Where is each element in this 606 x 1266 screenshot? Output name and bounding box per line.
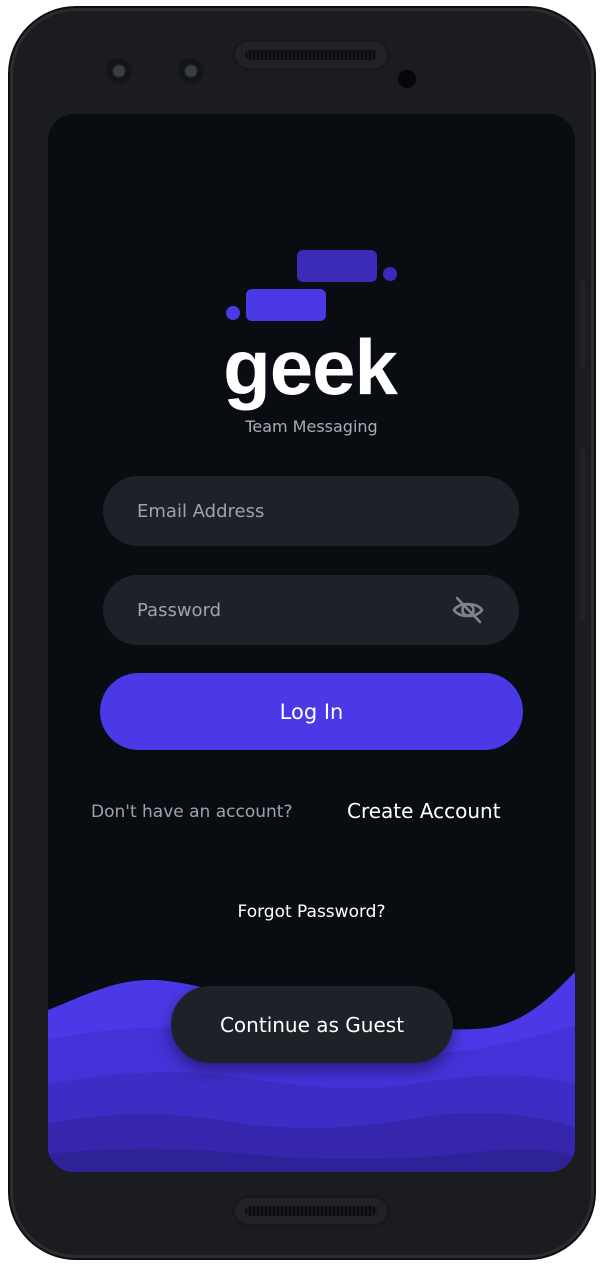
front-camera-secondary-icon xyxy=(178,58,204,84)
continue-as-guest-button[interactable]: Continue as Guest xyxy=(171,986,453,1063)
logo-wordmark: geek xyxy=(223,323,398,411)
logo-dot-left xyxy=(226,306,240,320)
proximity-sensor xyxy=(398,70,416,88)
phone-frame: geek Team Messaging Email Address Passwo… xyxy=(10,8,594,1258)
signup-question: Don't have an account? xyxy=(91,802,293,822)
front-camera-icon xyxy=(106,58,132,84)
phone-power-button xyxy=(580,448,586,620)
logo-bubble-bottom xyxy=(246,289,326,321)
password-field[interactable]: Password xyxy=(103,575,519,645)
earpiece-speaker xyxy=(235,42,387,68)
email-field[interactable]: Email Address xyxy=(103,476,519,546)
logo-dot-right xyxy=(383,267,397,281)
password-placeholder: Password xyxy=(137,599,222,621)
app-tagline: Team Messaging xyxy=(245,417,378,436)
phone-volume-button xyxy=(580,280,586,368)
forgot-password-link[interactable]: Forgot Password? xyxy=(48,902,575,922)
eye-off-icon[interactable] xyxy=(451,593,485,627)
login-screen: geek Team Messaging Email Address Passwo… xyxy=(48,114,575,1172)
logo-bubble-top xyxy=(297,250,377,282)
email-placeholder: Email Address xyxy=(137,500,265,522)
login-button[interactable]: Log In xyxy=(100,673,523,750)
create-account-link[interactable]: Create Account xyxy=(347,799,501,823)
signup-row: Don't have an account? Create Account xyxy=(48,798,575,830)
bottom-speaker xyxy=(235,1198,387,1224)
